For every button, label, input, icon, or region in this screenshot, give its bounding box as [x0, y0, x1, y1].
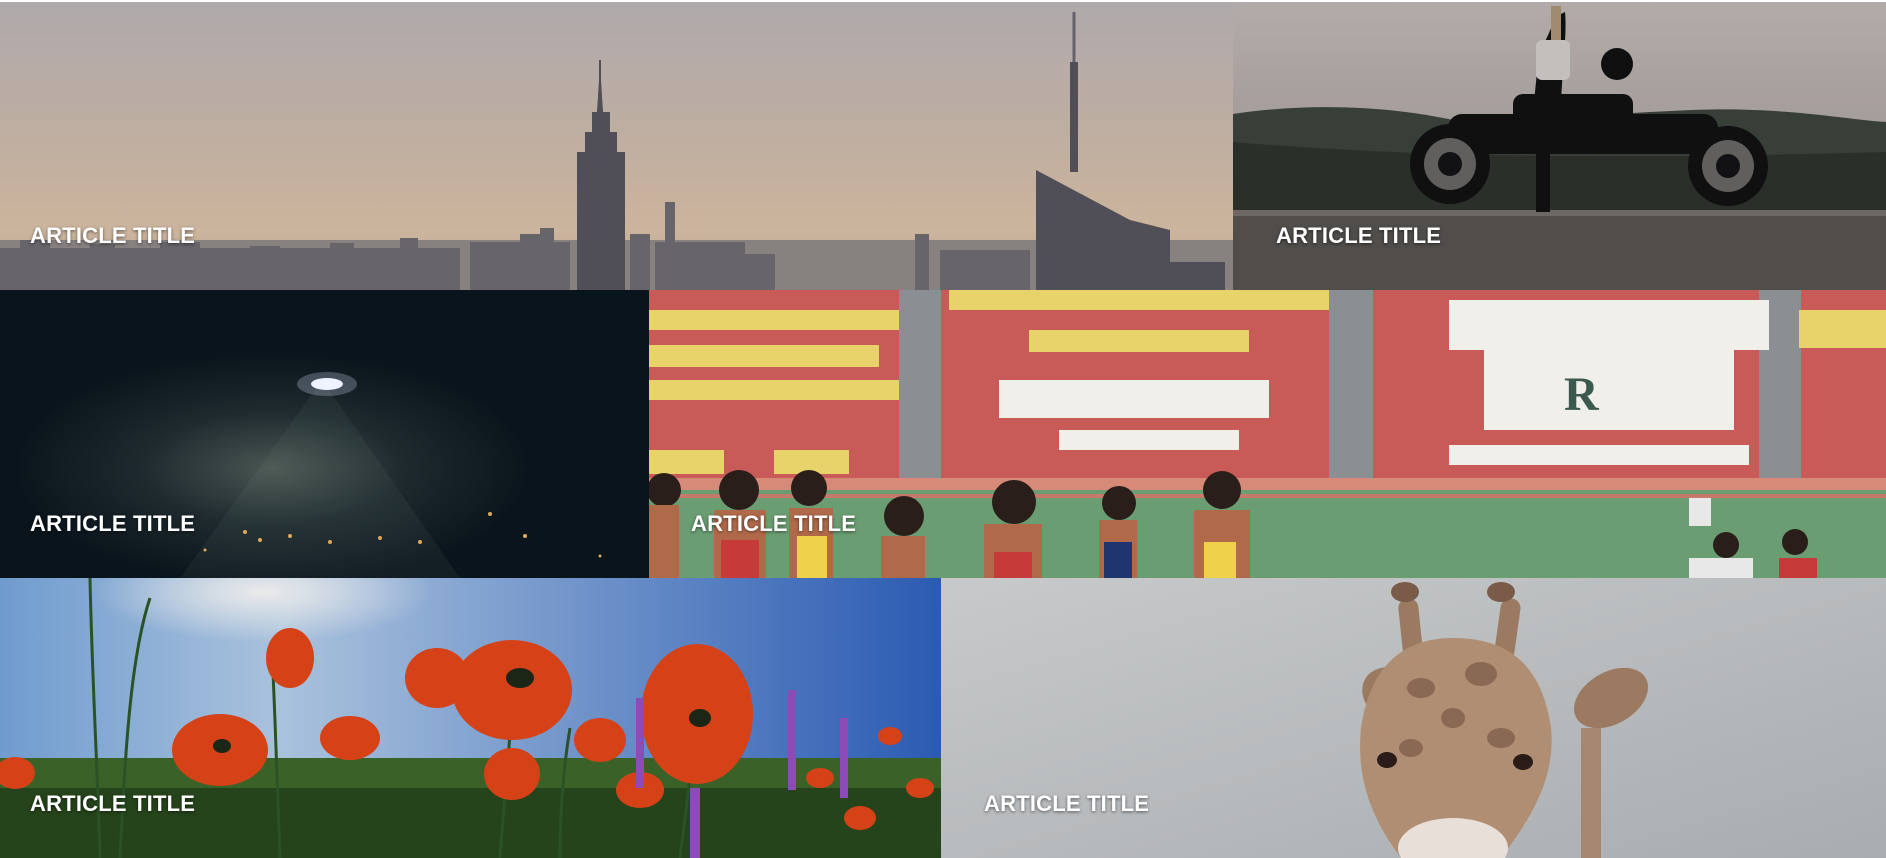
article-title[interactable]: ARTICLE TITLE — [30, 511, 195, 537]
article-card[interactable]: ARTICLE TITLE — [1233, 2, 1886, 290]
article-card[interactable]: ARTICLE TITLE — [0, 2, 1233, 290]
article-title[interactable]: ARTICLE TITLE — [691, 511, 856, 537]
article-card[interactable]: ARTICLE TITLE — [0, 578, 941, 858]
article-title[interactable]: ARTICLE TITLE — [30, 223, 195, 249]
article-grid: ARTICLE TITLE ARTICLE TITLE ARTICLE TITL… — [0, 2, 1886, 858]
article-card[interactable]: ARTICLE TITLE — [0, 290, 649, 578]
article-title[interactable]: ARTICLE TITLE — [984, 791, 1149, 817]
article-title[interactable]: ARTICLE TITLE — [1276, 223, 1441, 249]
svg-text:R: R — [1564, 368, 1600, 421]
article-title[interactable]: ARTICLE TITLE — [30, 791, 195, 817]
article-card[interactable]: R ARTICLE TITLE — [649, 290, 1886, 578]
article-card[interactable]: ARTICLE TITLE — [941, 578, 1886, 858]
